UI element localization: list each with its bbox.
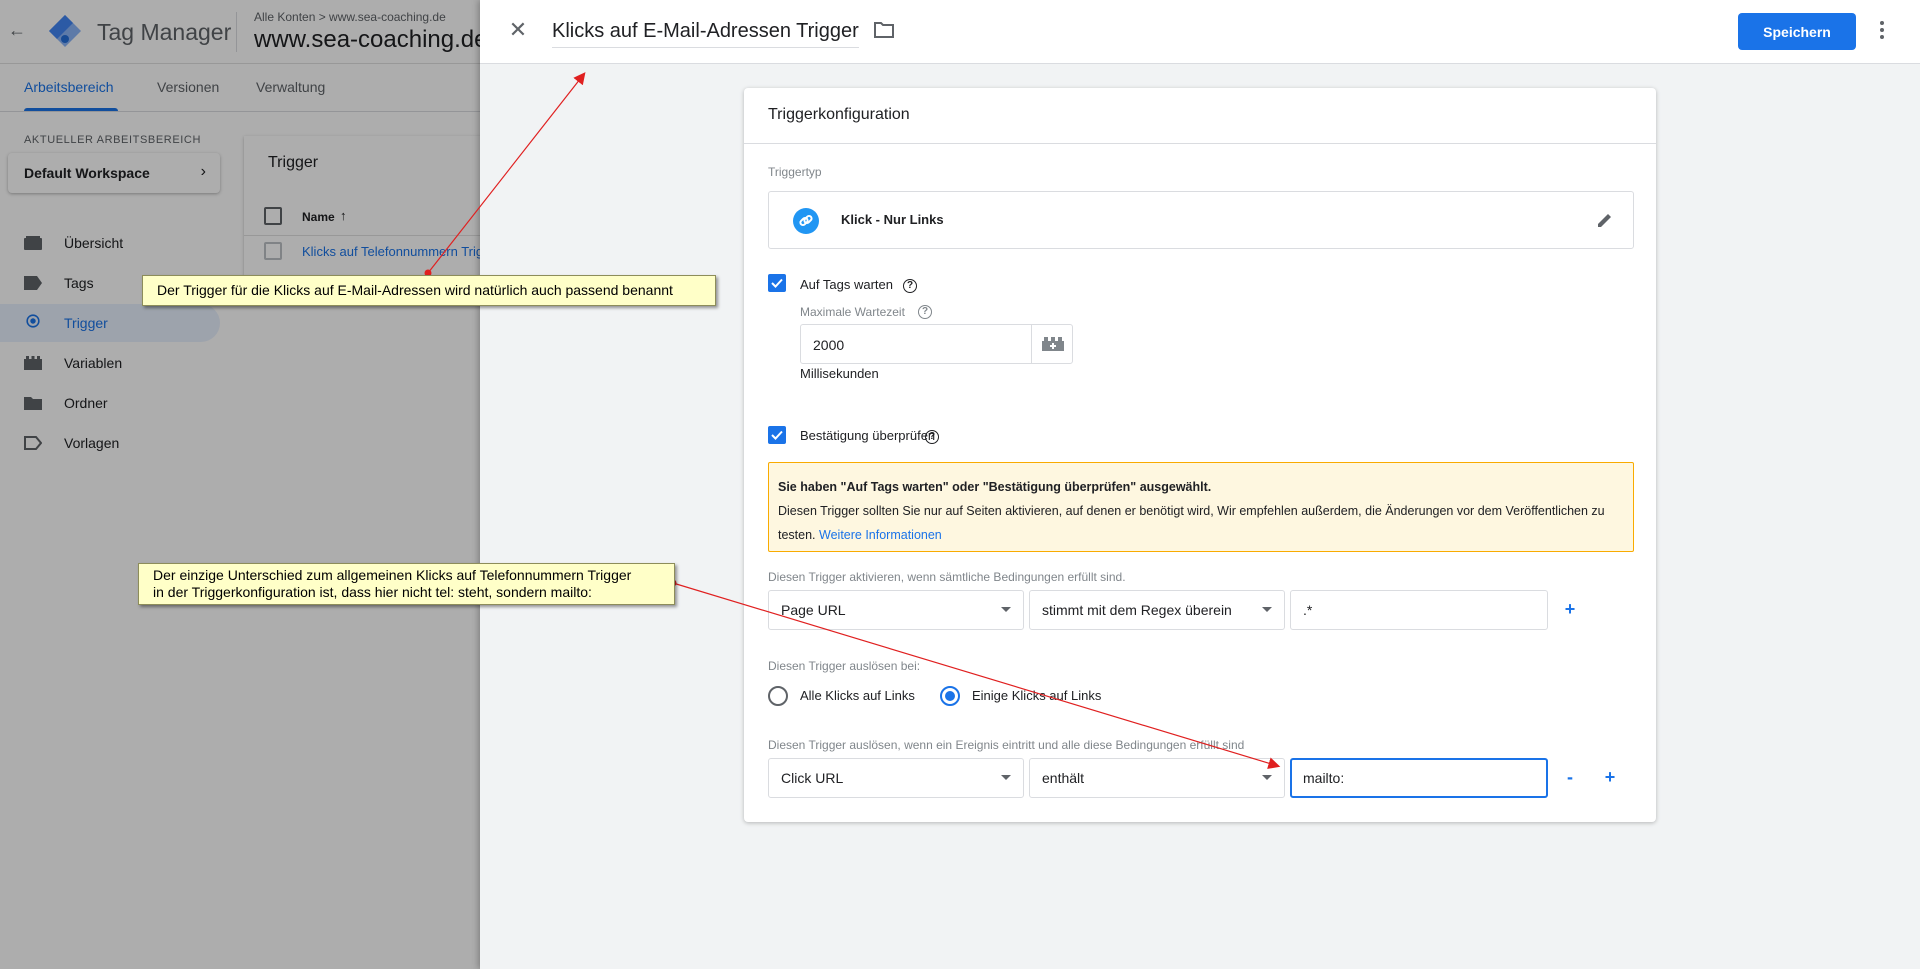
edit-pencil-icon[interactable] — [1595, 210, 1615, 230]
more-vert-icon[interactable] — [1878, 18, 1886, 42]
radio-all-link-clicks[interactable] — [768, 686, 788, 706]
fire-conditions-label: Diesen Trigger auslösen, wenn ein Ereign… — [768, 738, 1245, 752]
variable-picker-button[interactable] — [1031, 324, 1073, 364]
trigger-name-field[interactable]: Klicks auf E-Mail-Adressen Trigger — [552, 20, 859, 48]
add-enable-condition-button[interactable]: + — [1560, 599, 1580, 619]
link-icon — [793, 208, 819, 234]
enable-value-input[interactable]: .* — [1290, 590, 1548, 630]
editor-header: ✕ Klicks auf E-Mail-Adressen Trigger Spe… — [480, 0, 1920, 64]
help-icon[interactable]: ? — [903, 279, 917, 293]
fire-variable-select[interactable]: Click URL — [768, 758, 1024, 798]
card-divider — [744, 143, 1656, 144]
trigger-editor-panel: ✕ Klicks auf E-Mail-Adressen Trigger Spe… — [480, 0, 1920, 969]
radio-some-link-clicks[interactable] — [940, 686, 960, 706]
help-icon[interactable]: ? — [918, 305, 932, 319]
radio-label: Einige Klicks auf Links — [972, 688, 1102, 703]
close-icon[interactable]: ✕ — [506, 18, 530, 42]
note-line-1: Der einzige Unterschied zum allgemeinen … — [153, 567, 632, 583]
fire-on-label: Diesen Trigger auslösen bei: — [768, 659, 921, 673]
fire-operator-select[interactable]: enthält — [1029, 758, 1285, 798]
trigger-type-selector[interactable]: Klick - Nur Links — [768, 191, 1634, 249]
learn-more-link[interactable]: Weitere Informationen — [819, 528, 942, 542]
dropdown-caret-icon — [1001, 607, 1011, 612]
check-validation-checkbox[interactable] — [768, 426, 786, 444]
dropdown-caret-icon — [1262, 775, 1272, 780]
trigger-type-label: Triggertyp — [768, 165, 822, 179]
trigger-type-name: Klick - Nur Links — [841, 212, 944, 227]
select-value: enthält — [1042, 770, 1085, 786]
variable-brick-icon — [1042, 337, 1064, 351]
help-icon[interactable]: ? — [925, 430, 939, 444]
check-validation-label: Bestätigung überprüfen — [800, 428, 936, 443]
max-wait-label: Maximale Wartezeit — [800, 305, 905, 319]
note-line-2: in der Triggerkonfiguration ist, dass hi… — [153, 584, 592, 600]
remove-fire-condition-button[interactable]: - — [1560, 767, 1580, 787]
select-value: stimmt mit dem Regex überein — [1042, 602, 1232, 618]
save-button[interactable]: Speichern — [1738, 13, 1856, 50]
select-value: Click URL — [781, 770, 844, 786]
dropdown-caret-icon — [1001, 775, 1011, 780]
fire-value-input[interactable]: mailto: — [1290, 758, 1548, 798]
dropdown-caret-icon — [1262, 607, 1272, 612]
max-wait-input[interactable]: 2000 — [800, 324, 1032, 364]
warning-box: Sie haben "Auf Tags warten" oder "Bestät… — [768, 462, 1634, 552]
annotation-note-mailto: Der einzige Unterschied zum allgemeinen … — [138, 563, 675, 605]
warning-title: Sie haben "Auf Tags warten" oder "Bestät… — [778, 480, 1212, 494]
annotation-note-name: Der Trigger für die Klicks auf E-Mail-Ad… — [142, 275, 716, 306]
enable-conditions-label: Diesen Trigger aktivieren, wenn sämtlich… — [768, 570, 1126, 584]
add-fire-condition-button[interactable]: + — [1600, 767, 1620, 787]
folder-outline-icon[interactable] — [874, 22, 894, 38]
wait-for-tags-checkbox[interactable] — [768, 274, 786, 292]
enable-variable-select[interactable]: Page URL — [768, 590, 1024, 630]
trigger-configuration-card: Triggerkonfiguration Triggertyp Klick - … — [744, 88, 1656, 822]
unit-label: Millisekunden — [800, 366, 879, 381]
card-title: Triggerkonfiguration — [768, 106, 910, 123]
radio-label: Alle Klicks auf Links — [800, 688, 915, 703]
wait-for-tags-label: Auf Tags warten — [800, 277, 893, 292]
select-value: Page URL — [781, 602, 846, 618]
enable-operator-select[interactable]: stimmt mit dem Regex überein — [1029, 590, 1285, 630]
